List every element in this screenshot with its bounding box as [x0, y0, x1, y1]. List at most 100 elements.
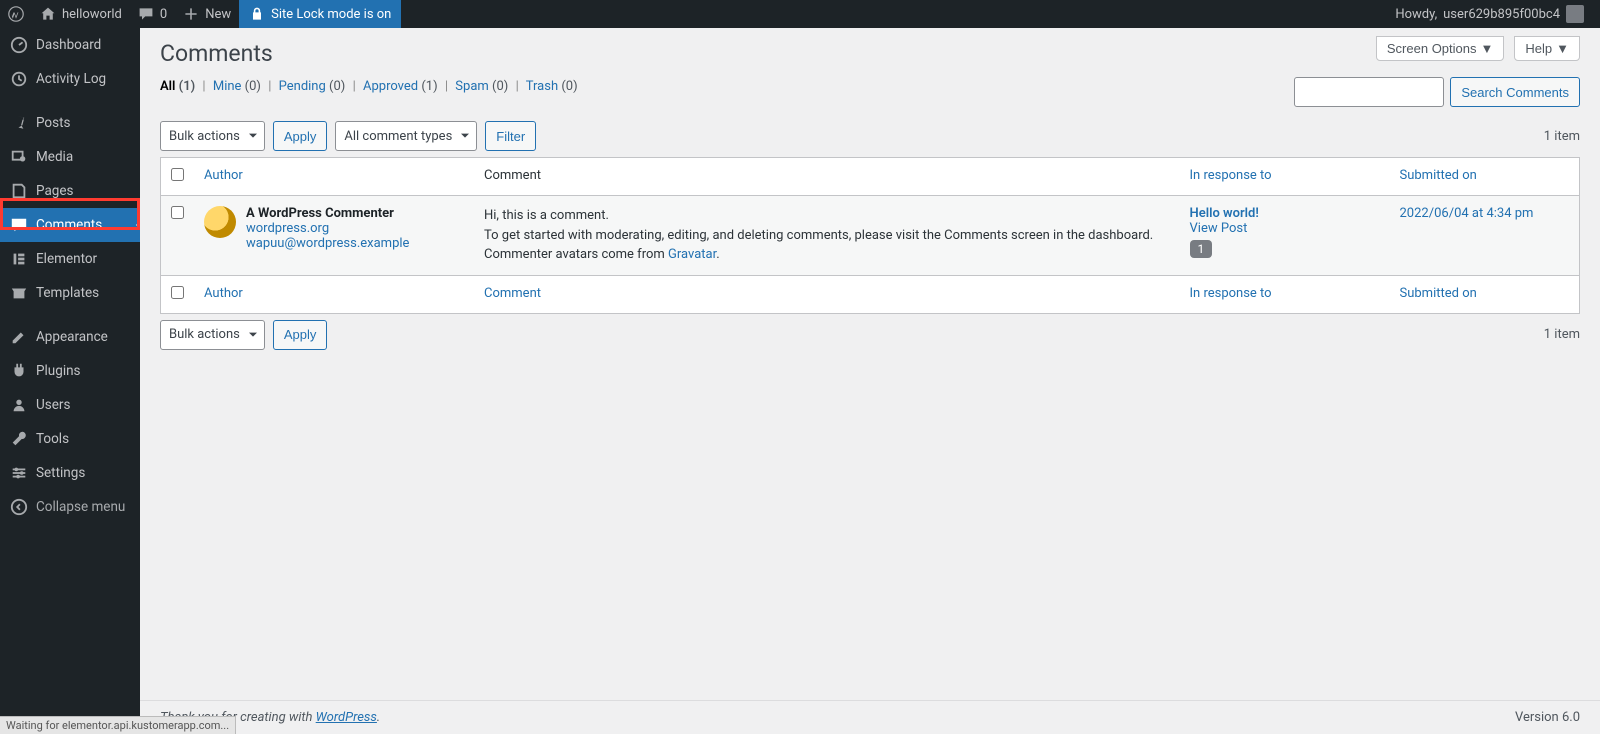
- adminbar-site-lock[interactable]: Site Lock mode is on: [239, 0, 401, 28]
- response-post-link[interactable]: Hello world!: [1190, 206, 1259, 221]
- menu-users[interactable]: Users: [0, 388, 140, 422]
- view-post-link[interactable]: View Post: [1190, 221, 1248, 236]
- pin-icon: [10, 114, 28, 132]
- chevron-down-icon: ▼: [1556, 41, 1569, 56]
- media-icon: [10, 148, 28, 166]
- menu-pages[interactable]: Pages: [0, 174, 140, 208]
- gravatar-link[interactable]: Gravatar: [668, 247, 716, 262]
- menu-label: Elementor: [36, 251, 97, 267]
- filter-trash[interactable]: Trash (0): [526, 79, 578, 94]
- filter-spam[interactable]: Spam (0): [455, 79, 508, 94]
- filter-pending[interactable]: Pending (0): [279, 79, 346, 94]
- author-url[interactable]: wordpress.org: [246, 221, 329, 236]
- filter-button[interactable]: Filter: [485, 121, 536, 151]
- apply-button-top[interactable]: Apply: [273, 121, 328, 151]
- apply-button-bottom[interactable]: Apply: [273, 320, 328, 350]
- chevron-down-icon: ▼: [1481, 41, 1494, 56]
- menu-label: Collapse menu: [36, 499, 125, 515]
- menu-collapse[interactable]: Collapse menu: [0, 490, 140, 524]
- filter-all[interactable]: All (1): [160, 79, 195, 94]
- author-cell: A WordPress Commenter wordpress.org wapu…: [204, 206, 464, 251]
- col-author-foot[interactable]: Author: [194, 275, 474, 313]
- site-name: helloworld: [62, 7, 122, 22]
- table-row: A WordPress Commenter wordpress.org wapu…: [161, 196, 1580, 276]
- filter-approved[interactable]: Approved (1): [363, 79, 438, 94]
- menu-dashboard[interactable]: Dashboard: [0, 28, 140, 62]
- date-link[interactable]: 2022/06/04 at 4:34 pm: [1400, 206, 1534, 221]
- menu-elementor[interactable]: Elementor: [0, 242, 140, 276]
- home-icon: [40, 6, 56, 22]
- menu-label: Plugins: [36, 363, 81, 379]
- help-toggle[interactable]: Help ▼: [1514, 36, 1580, 61]
- adminbar-comments[interactable]: 0: [130, 0, 175, 28]
- wordpress-link[interactable]: WordPress: [316, 710, 377, 725]
- settings-icon: [10, 464, 28, 482]
- menu-activity-log[interactable]: Activity Log: [0, 62, 140, 96]
- appearance-icon: [10, 328, 28, 346]
- col-response[interactable]: In response to: [1180, 158, 1390, 196]
- adminbar-new[interactable]: New: [175, 0, 239, 28]
- comment-types-select[interactable]: All comment types: [335, 121, 477, 151]
- filter-mine[interactable]: Mine (0): [213, 79, 261, 94]
- screen-options-label: Screen Options: [1387, 41, 1477, 56]
- admin-bar-right: Howdy, user629b895f00bc4: [1387, 0, 1600, 28]
- col-response-foot[interactable]: In response to: [1180, 275, 1390, 313]
- wordpress-icon: [8, 6, 24, 22]
- menu-label: Settings: [36, 465, 85, 481]
- plus-icon: [183, 6, 199, 22]
- col-comment-foot: Comment: [474, 275, 1180, 313]
- howdy-prefix: Howdy,: [1395, 7, 1437, 22]
- menu-label: Posts: [36, 115, 70, 131]
- screen-options-toggle[interactable]: Screen Options ▼: [1376, 36, 1504, 61]
- select-all-bottom[interactable]: [171, 286, 184, 299]
- response-cell: Hello world! View Post 1: [1180, 196, 1390, 276]
- menu-appearance[interactable]: Appearance: [0, 320, 140, 354]
- templates-icon: [10, 284, 28, 302]
- footer-version: Version 6.0: [1515, 710, 1580, 725]
- adminbar-account[interactable]: Howdy, user629b895f00bc4: [1387, 0, 1592, 28]
- admin-bar-left: helloworld 0 New Site Lock mode is on: [0, 0, 401, 28]
- dashboard-icon: [10, 36, 28, 54]
- search-input[interactable]: [1294, 77, 1444, 107]
- menu-plugins[interactable]: Plugins: [0, 354, 140, 388]
- bulk-actions-select[interactable]: Bulk actions: [160, 121, 265, 151]
- collapse-icon: [10, 498, 28, 516]
- menu-media[interactable]: Media: [0, 140, 140, 174]
- col-author[interactable]: Author: [194, 158, 474, 196]
- content-area: Screen Options ▼ Help ▼ Comments Search …: [140, 28, 1600, 734]
- author-email[interactable]: wapuu@wordpress.example: [246, 236, 409, 251]
- item-count-bottom: 1 item: [1544, 327, 1580, 342]
- comment-body: Hi, this is a comment. To get started wi…: [474, 196, 1180, 276]
- col-comment: Comment: [474, 158, 1180, 196]
- screen-meta-links: Screen Options ▼ Help ▼: [1376, 36, 1580, 61]
- search-comments-button[interactable]: Search Comments: [1450, 77, 1580, 107]
- howdy-username: user629b895f00bc4: [1443, 7, 1560, 22]
- menu-label: Media: [36, 149, 73, 165]
- menu-posts[interactable]: Posts: [0, 106, 140, 140]
- menu-label: Users: [36, 397, 70, 413]
- wp-logo[interactable]: [0, 0, 32, 28]
- avatar-icon: [1566, 5, 1584, 23]
- col-date[interactable]: Submitted on: [1390, 158, 1580, 196]
- menu-comments[interactable]: Comments: [0, 208, 140, 242]
- comments-table: Author Comment In response to Submitted …: [160, 157, 1580, 314]
- admin-sidebar: Dashboard Activity Log Posts Media Pages…: [0, 28, 140, 734]
- menu-settings[interactable]: Settings: [0, 456, 140, 490]
- item-count-top: 1 item: [1544, 129, 1580, 144]
- menu-label: Tools: [36, 431, 69, 447]
- select-all-top[interactable]: [171, 168, 184, 181]
- menu-separator: [0, 310, 140, 320]
- menu-label: Comments: [36, 217, 102, 233]
- avatar: [204, 206, 236, 238]
- tools-icon: [10, 430, 28, 448]
- menu-templates[interactable]: Templates: [0, 276, 140, 310]
- site-name-link[interactable]: helloworld: [32, 0, 130, 28]
- menu-label: Pages: [36, 183, 74, 199]
- row-checkbox[interactable]: [171, 206, 184, 219]
- tablenav-top: Bulk actions Apply All comment types Fil…: [160, 121, 1580, 151]
- col-date-foot[interactable]: Submitted on: [1390, 275, 1580, 313]
- elementor-icon: [10, 250, 28, 268]
- response-count-badge[interactable]: 1: [1190, 240, 1213, 258]
- bulk-actions-select-bottom[interactable]: Bulk actions: [160, 320, 265, 350]
- menu-tools[interactable]: Tools: [0, 422, 140, 456]
